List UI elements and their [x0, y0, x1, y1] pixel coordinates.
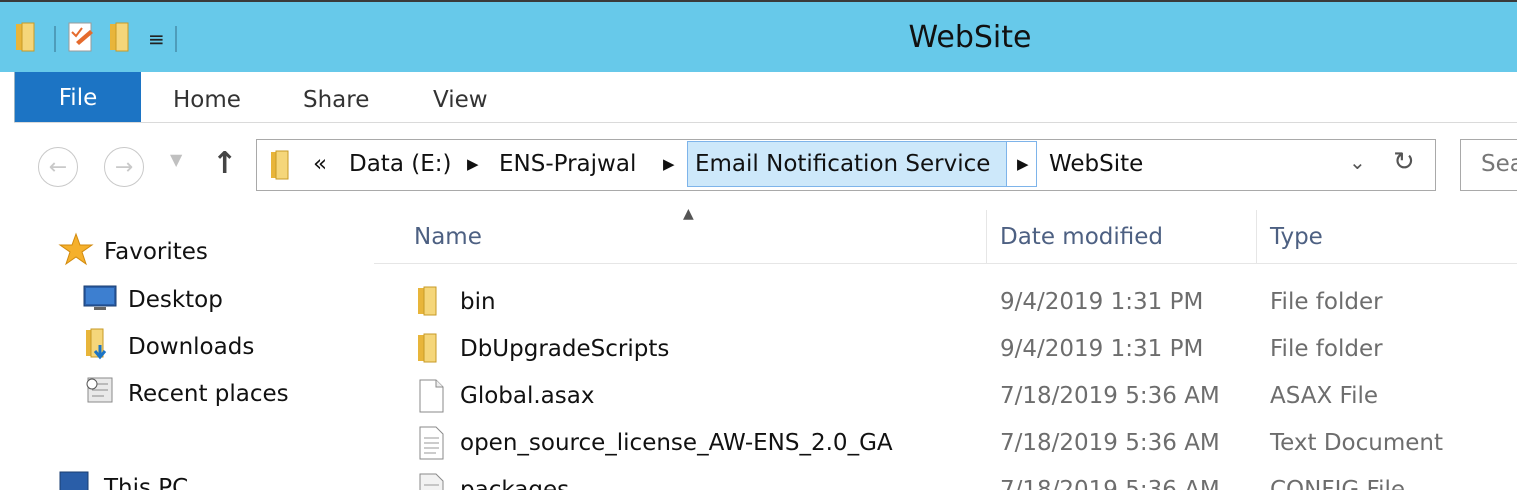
search-placeholder: Sea	[1481, 151, 1517, 177]
sidebar-item-downloads[interactable]: Downloads	[82, 327, 255, 367]
tab-share[interactable]: Share	[303, 72, 369, 122]
file-type: CONFIG File	[1270, 477, 1406, 490]
sidebar-item-label: Desktop	[128, 287, 223, 313]
chevron-down-icon[interactable]: ⌄	[1349, 150, 1366, 174]
file-date: 9/4/2019 1:31 PM	[1000, 336, 1204, 362]
file-name: bin	[460, 289, 496, 315]
search-input[interactable]: Sea	[1460, 139, 1517, 191]
file-date: 7/18/2019 5:36 AM	[1000, 430, 1220, 456]
downloads-icon	[82, 327, 118, 367]
column-header-type[interactable]: Type	[1270, 210, 1323, 264]
star-icon	[58, 232, 94, 272]
file-type: ASAX File	[1270, 383, 1379, 409]
ribbon-divider	[14, 122, 1517, 123]
column-divider[interactable]	[1256, 210, 1257, 264]
sidebar-item-recent-places[interactable]: Recent places	[82, 376, 289, 412]
refresh-icon[interactable]: ↻	[1393, 147, 1415, 177]
tab-view[interactable]: View	[433, 72, 488, 122]
file-type: File folder	[1270, 336, 1383, 362]
file-row[interactable]: packages 7/18/2019 5:36 AM CONFIG File	[374, 467, 1517, 490]
file-name: Global.asax	[460, 383, 595, 409]
nav-favorites-label: Favorites	[104, 239, 208, 265]
sort-ascending-icon: ▲	[683, 206, 694, 222]
column-header-date-modified[interactable]: Date modified	[1000, 210, 1163, 264]
file-row[interactable]: open_source_license_AW-ENS_2.0_GA 7/18/2…	[374, 420, 1517, 466]
title-bar: ≡ WebSite	[0, 0, 1517, 72]
computer-icon	[58, 470, 94, 490]
file-icon	[416, 378, 446, 418]
nav-this-pc[interactable]: This PC	[58, 470, 188, 490]
file-type: Text Document	[1270, 430, 1443, 456]
breadcrumb-separator-icon[interactable]: ▶	[1017, 140, 1029, 189]
file-row[interactable]: bin 9/4/2019 1:31 PM File folder	[374, 279, 1517, 325]
column-header-name[interactable]: Name	[414, 210, 482, 264]
window-title: WebSite	[908, 20, 1032, 55]
breadcrumb-separator-icon[interactable]: ▶	[663, 140, 675, 189]
file-name: packages	[460, 477, 570, 490]
file-date: 9/4/2019 1:31 PM	[1000, 289, 1204, 315]
breadcrumb-website[interactable]: WebSite	[1049, 140, 1143, 189]
file-type: File folder	[1270, 289, 1383, 315]
breadcrumb-email-notification-service[interactable]: Email Notification Service	[695, 140, 990, 189]
breadcrumb-separator-icon[interactable]: ▶	[467, 140, 479, 189]
text-file-icon	[416, 425, 446, 465]
recent-places-icon	[82, 374, 118, 414]
folder-icon	[269, 149, 297, 185]
file-row[interactable]: DbUpgradeScripts 9/4/2019 1:31 PM File f…	[374, 326, 1517, 372]
forward-button[interactable]: →	[104, 147, 144, 187]
file-row[interactable]: Global.asax 7/18/2019 5:36 AM ASAX File	[374, 373, 1517, 419]
sidebar-item-label: Downloads	[128, 334, 255, 360]
breadcrumb-data-drive[interactable]: Data (E:)	[349, 140, 451, 189]
arrow-right-icon: →	[114, 154, 134, 180]
column-header-bar	[374, 208, 1517, 264]
nav-favorites[interactable]: Favorites	[58, 232, 208, 272]
breadcrumb-overflow[interactable]: «	[313, 140, 327, 189]
desktop-icon	[82, 282, 118, 318]
ribbon-tabs: File Home Share View	[14, 72, 1517, 122]
recent-locations-dropdown[interactable]: ▼	[170, 150, 182, 169]
folder-icon	[416, 284, 446, 322]
file-date: 7/18/2019 5:36 AM	[1000, 383, 1220, 409]
tab-file[interactable]: File	[15, 72, 141, 122]
nav-this-pc-label: This PC	[104, 475, 189, 490]
arrow-left-icon: ←	[48, 154, 68, 180]
breadcrumb-ens-prajwal[interactable]: ENS-Prajwal	[499, 140, 636, 189]
tab-home[interactable]: Home	[173, 72, 241, 122]
sidebar-item-label: Recent places	[128, 381, 289, 407]
file-name: DbUpgradeScripts	[460, 336, 670, 362]
file-name: open_source_license_AW-ENS_2.0_GA	[460, 430, 893, 456]
up-button[interactable]: ↑	[212, 146, 237, 181]
column-divider[interactable]	[986, 210, 987, 264]
file-date: 7/18/2019 5:36 AM	[1000, 477, 1220, 490]
sidebar-item-desktop[interactable]: Desktop	[82, 282, 223, 318]
arrow-up-icon: ↑	[212, 146, 238, 181]
address-bar[interactable]: « Data (E:) ▶ ENS-Prajwal ▶ Email Notifi…	[256, 139, 1436, 191]
folder-icon	[416, 331, 446, 369]
config-file-icon	[416, 472, 446, 490]
back-button[interactable]: ←	[38, 147, 78, 187]
